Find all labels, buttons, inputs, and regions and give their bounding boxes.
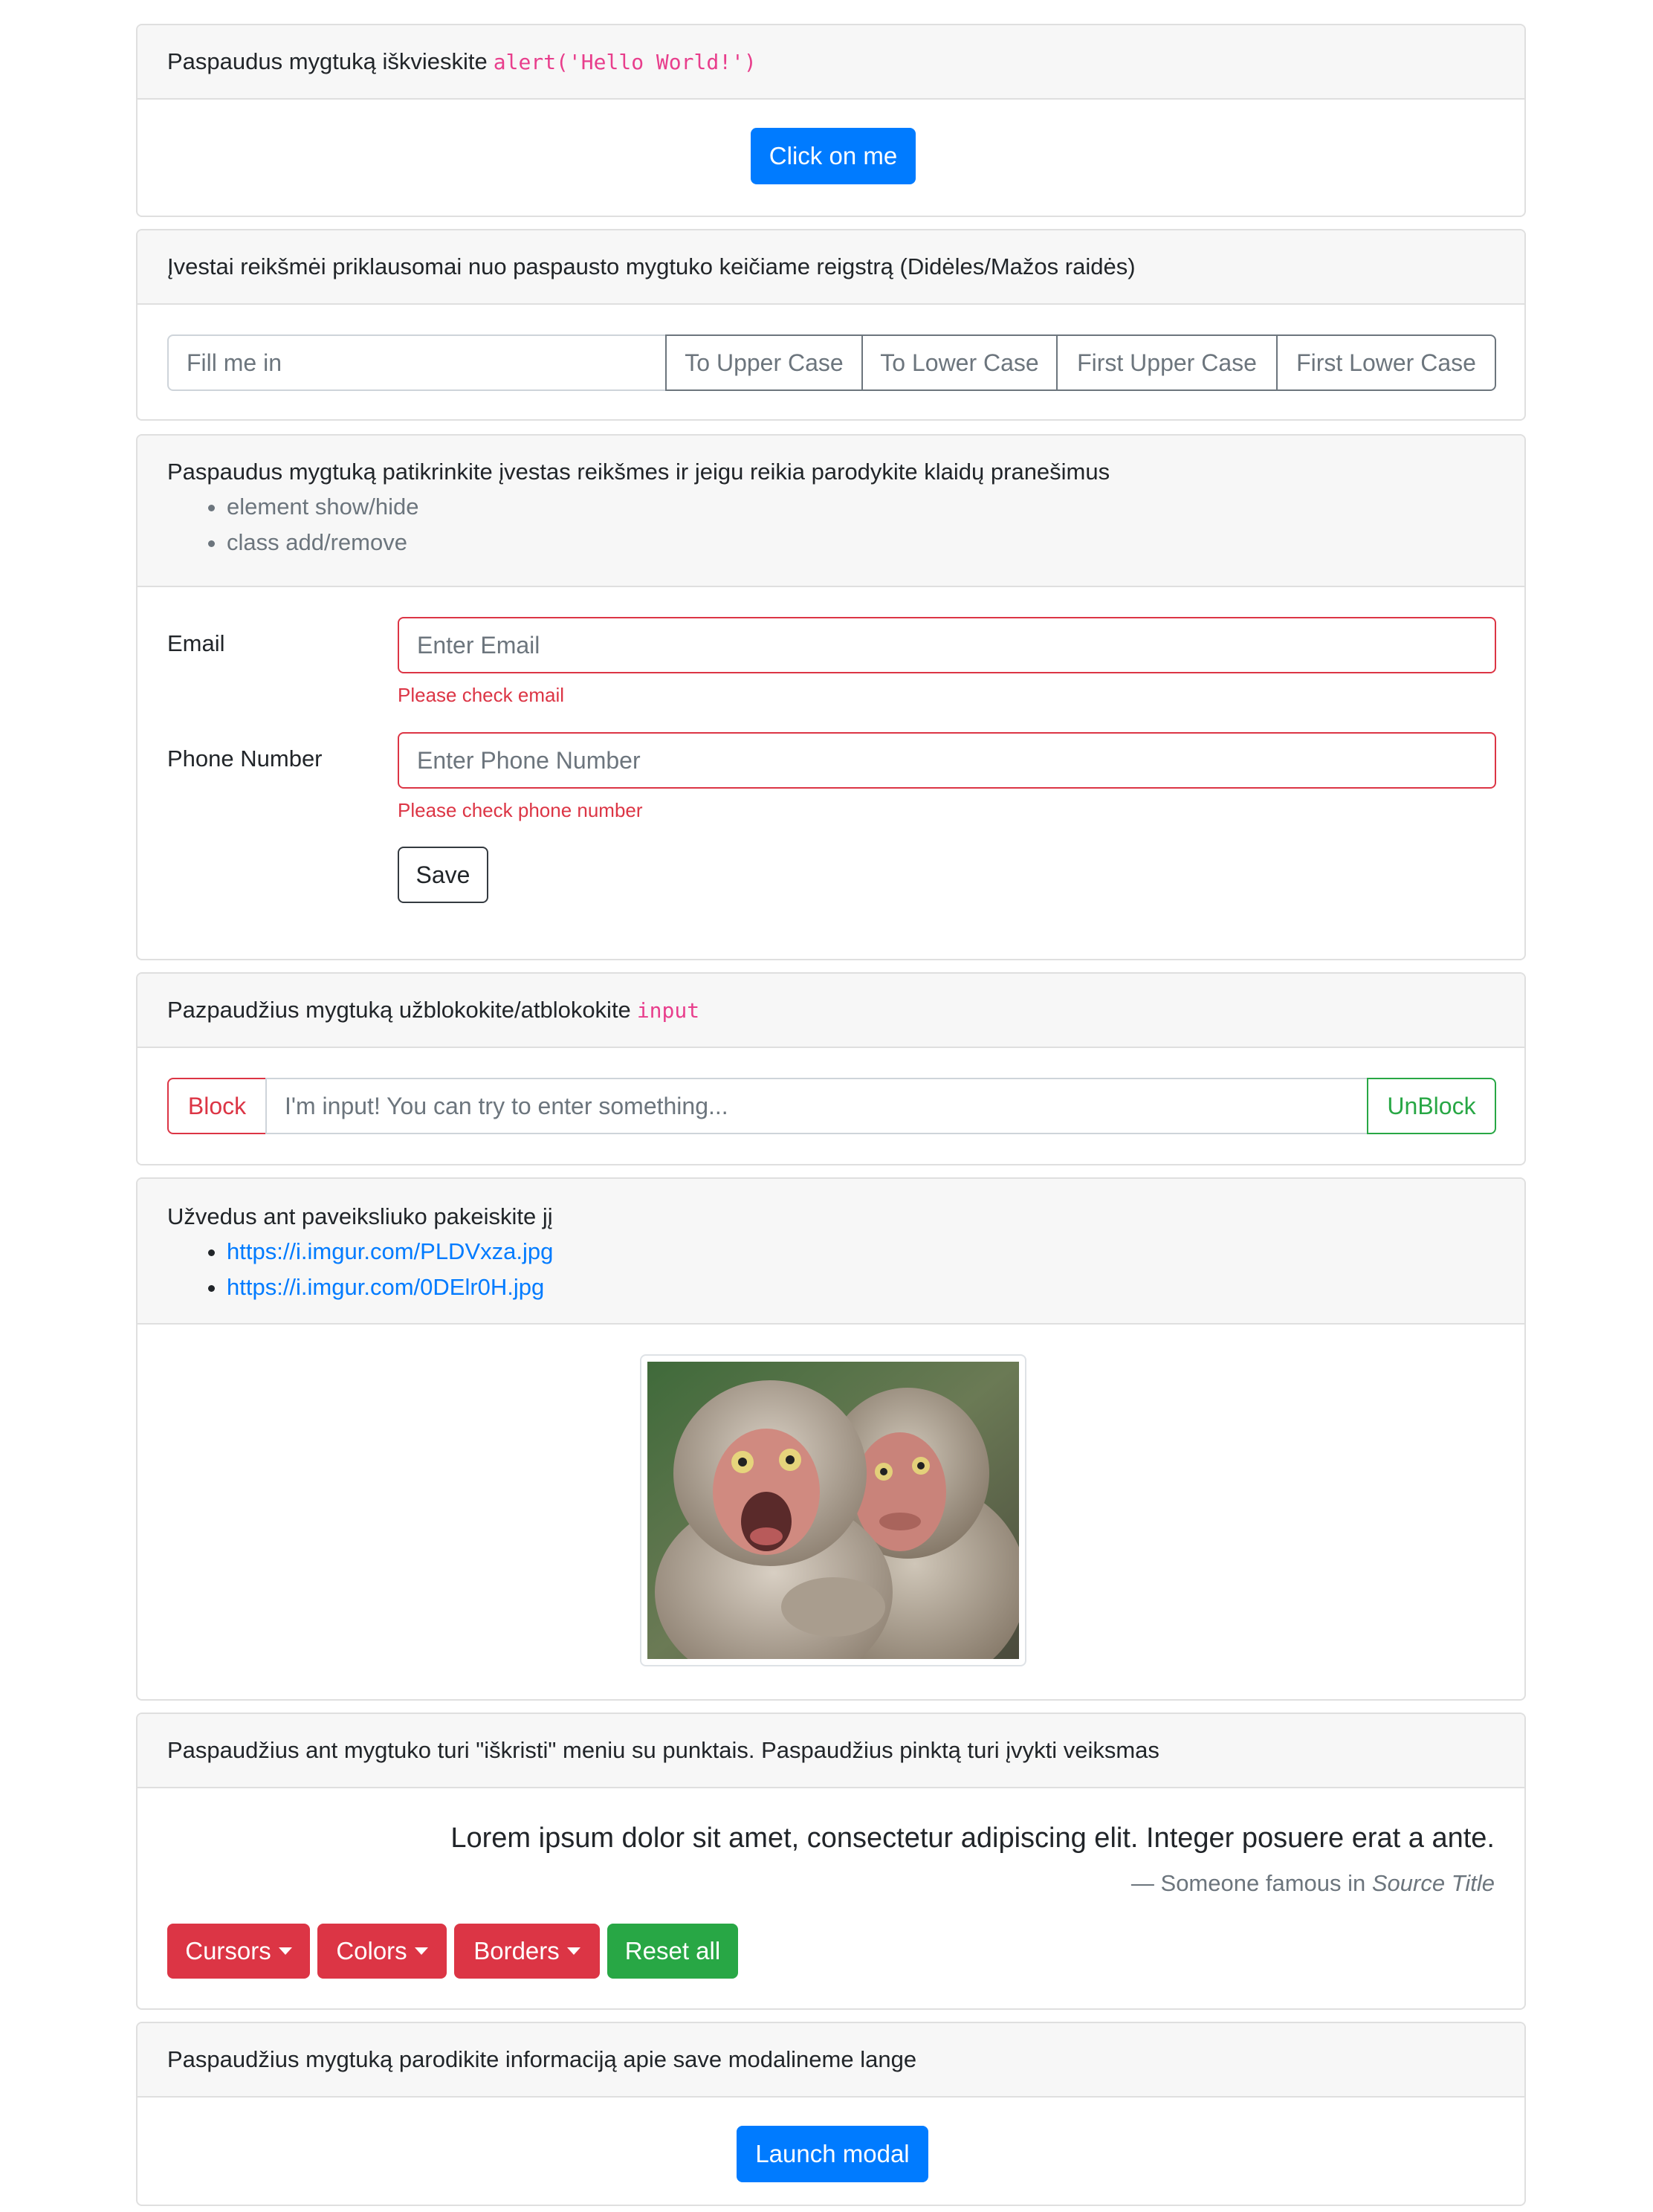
to-lower-case-button[interactable]: To Lower Case: [861, 334, 1058, 391]
dropdown-card-body: Lorem ipsum dolor sit amet, consectetur …: [138, 1788, 1524, 2008]
phone-error-text: Please check phone number: [398, 799, 643, 821]
email-error-text: Please check email: [398, 684, 564, 706]
block-card-body: Block I'm input! You can try to enter so…: [138, 1048, 1524, 1164]
modal-card-body: Launch modal: [138, 2098, 1524, 2205]
modal-card: Paspaudžius mygtuką parodikite informaci…: [136, 2022, 1526, 2206]
colors-dropdown-button[interactable]: Colors: [317, 1924, 447, 1979]
blockquote-text: Lorem ipsum dolor sit amet, consectetur …: [450, 1823, 1495, 1854]
dropdown-card-header: Paspaudžius ant mygtuko turi "iškristi" …: [138, 1714, 1524, 1788]
block-button[interactable]: Block: [167, 1078, 267, 1134]
validation-card-header: Paspaudus mygtuką patikrinkite įvestas r…: [138, 436, 1524, 587]
monkeys-photo: [647, 1362, 1026, 1689]
image-card-body: [138, 1325, 1524, 1699]
to-upper-case-button[interactable]: To Upper Case: [665, 334, 863, 391]
blockquote-footer: — Someone famous in Source Title: [1131, 1870, 1495, 1897]
image-card-title: Užvedus ant paveiksliuko pakeiskite jį: [167, 1203, 553, 1229]
alert-card: Paspaudus mygtuką iškvieskite alert('Hel…: [136, 24, 1526, 217]
save-button[interactable]: Save: [398, 847, 488, 903]
case-text-input[interactable]: Fill me in: [167, 334, 667, 391]
blockquote-footer-prefix: — Someone famous in: [1130, 1870, 1366, 1896]
modal-card-header: Paspaudžius mygtuką parodikite informaci…: [138, 2023, 1524, 2098]
image-card: Užvedus ant paveiksliuko pakeiskite jį h…: [136, 1177, 1526, 1701]
email-field[interactable]: Enter Email: [398, 617, 1496, 673]
phone-label: Phone Number: [167, 746, 323, 772]
case-card-body: Fill me in To Upper Case To Lower Case F…: [138, 305, 1524, 419]
borders-label: Borders: [473, 1937, 560, 1964]
case-card-header: Įvestai reikšmėi priklausomai nuo paspau…: [138, 230, 1524, 305]
alert-card-title: Paspaudus mygtuką iškvieskite: [167, 48, 488, 74]
blockable-input[interactable]: I'm input! You can try to enter somethin…: [265, 1078, 1368, 1134]
borders-dropdown-button[interactable]: Borders: [454, 1924, 600, 1979]
image-link[interactable]: https://i.imgur.com/0DElr0H.jpg: [227, 1274, 544, 1300]
monkey-image[interactable]: [640, 1354, 1026, 1689]
email-label: Email: [167, 630, 225, 656]
alert-card-body: Click on me: [138, 100, 1524, 216]
click-on-me-button[interactable]: Click on me: [751, 128, 916, 184]
alert-card-header: Paspaudus mygtuką iškvieskite alert('Hel…: [138, 25, 1524, 100]
cursors-dropdown-button[interactable]: Cursors: [167, 1924, 310, 1979]
validation-card-title: Paspaudus mygtuką patikrinkite įvestas r…: [167, 459, 1110, 485]
chevron-down-icon: [278, 1947, 292, 1955]
case-card-title: Įvestai reikšmėi priklausomai nuo paspau…: [167, 253, 1136, 279]
first-lower-case-button[interactable]: First Lower Case: [1276, 334, 1496, 391]
validation-card: Paspaudus mygtuką patikrinkite įvestas r…: [136, 434, 1526, 960]
cursors-label: Cursors: [185, 1937, 271, 1964]
first-upper-case-button[interactable]: First Upper Case: [1056, 334, 1278, 391]
dropdown-card: Paspaudžius ant mygtuko turi "iškristi" …: [136, 1713, 1526, 2010]
image-link[interactable]: https://i.imgur.com/PLDVxza.jpg: [227, 1238, 553, 1264]
image-links: https://i.imgur.com/PLDVxza.jpg https://…: [167, 1234, 1495, 1305]
hint-item: element show/hide: [227, 489, 1495, 525]
alert-code-snippet: alert('Hello World!'): [493, 49, 757, 74]
chevron-down-icon: [414, 1947, 428, 1955]
image-card-header: Užvedus ant paveiksliuko pakeiskite jį h…: [138, 1179, 1524, 1325]
colors-label: Colors: [336, 1937, 407, 1964]
hint-item: class add/remove: [227, 525, 1495, 560]
reset-all-button[interactable]: Reset all: [607, 1924, 738, 1979]
block-card: Pazpaudžius mygtuką užblokokite/atblokok…: [136, 972, 1526, 1165]
blockquote-source: Source Title: [1371, 1870, 1495, 1896]
block-card-header: Pazpaudžius mygtuką užblokokite/atblokok…: [138, 974, 1524, 1048]
phone-field[interactable]: Enter Phone Number: [398, 732, 1496, 789]
block-card-title: Pazpaudžius mygtuką užblokokite/atblokok…: [167, 997, 631, 1023]
chevron-down-icon: [566, 1947, 580, 1955]
case-card: Įvestai reikšmėi priklausomai nuo paspau…: [136, 229, 1526, 421]
dropdown-card-title: Paspaudžius ant mygtuko turi "iškristi" …: [167, 1737, 1159, 1763]
validation-hints: element show/hide class add/remove: [167, 489, 1495, 560]
unblock-button[interactable]: UnBlock: [1367, 1078, 1496, 1134]
input-code-snippet: input: [636, 997, 700, 1023]
modal-card-title: Paspaudžius mygtuką parodikite informaci…: [167, 2046, 917, 2072]
validation-card-body: Email Enter Email Please check email Pho…: [138, 587, 1524, 959]
launch-modal-button[interactable]: Launch modal: [737, 2126, 928, 2182]
